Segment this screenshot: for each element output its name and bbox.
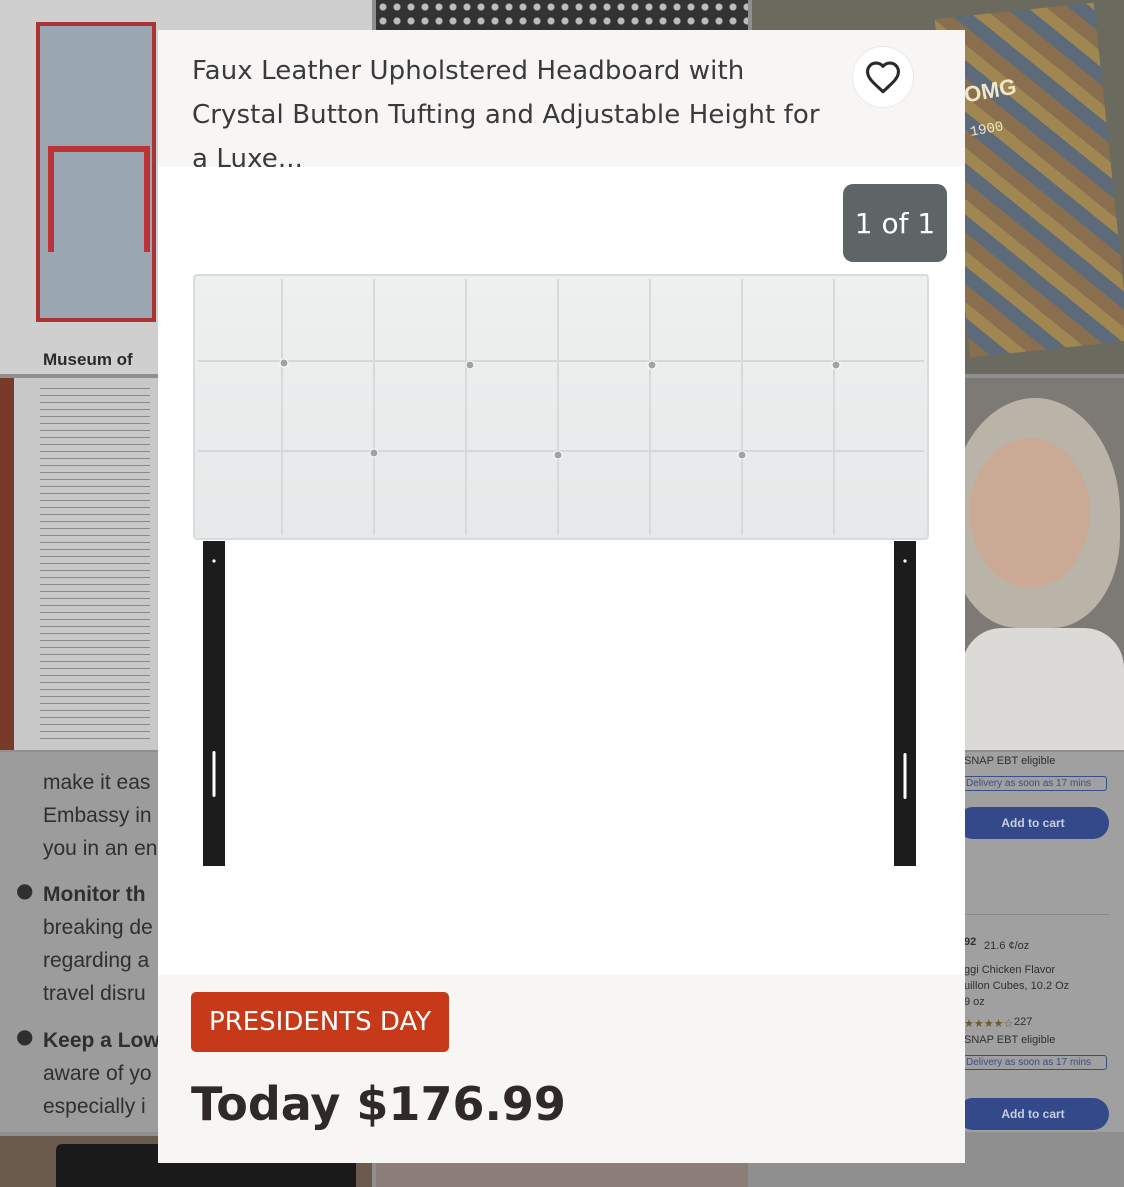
product-title[interactable]: Faux Leather Upholstered Headboard with … (192, 49, 842, 181)
add-to-cart-button-2[interactable]: Add to cart (957, 1098, 1109, 1130)
unit-price: 21.6 ¢/oz (984, 940, 1030, 952)
delivery-pill-1: Delivery as soon as 17 mins (957, 776, 1107, 791)
article-line-9: aware of yo (43, 1062, 152, 1085)
product-image-area[interactable]: 1 of 1 (158, 167, 965, 975)
rating-stars-icon: ★★★★☆ (964, 1017, 1014, 1030)
listing-divider (957, 914, 1109, 915)
snap-label-1: SNAP EBT eligible (964, 755, 1056, 767)
dotted-pattern-tile[interactable] (376, 0, 748, 30)
favorite-button[interactable] (852, 46, 914, 108)
museum-caption: Museum of (43, 350, 133, 369)
snap-label-2: SNAP EBT eligible (964, 1034, 1056, 1046)
article-line-10: especially i (43, 1095, 146, 1118)
article-line-2: Embassy in (43, 804, 152, 827)
museum-building-image (36, 22, 156, 322)
map-legend-list (40, 382, 150, 742)
article-line-1: make it eas (43, 771, 151, 794)
article-line-5: breaking de (43, 916, 153, 939)
headboard-product-image (193, 274, 929, 866)
delivery-pill-2: Delivery as soon as 17 mins (957, 1055, 1107, 1070)
map-edge-strip (0, 378, 14, 750)
portrait-shirt (962, 628, 1124, 750)
bullet-icon: ● (16, 1024, 34, 1048)
item-name-line-3: 9 oz (964, 996, 985, 1008)
price-fragment: 92 (964, 936, 977, 948)
product-modal: Faux Leather Upholstered Headboard with … (158, 30, 965, 1163)
article-line-3: you in an en (43, 837, 158, 860)
heart-outline-icon (866, 61, 900, 94)
article-line-8: Keep a Low (43, 1029, 160, 1052)
portrait-face (970, 438, 1090, 588)
modal-header: Faux Leather Upholstered Headboard with … (158, 30, 965, 174)
promo-badge: PRESIDENTS DAY (191, 992, 450, 1052)
modal-footer: PRESIDENTS DAY Today $176.99 (158, 975, 965, 1163)
item-name-line-1: ggi Chicken Flavor (964, 964, 1056, 976)
article-line-6: regarding a (43, 949, 150, 972)
rating-count: 227 (1014, 1016, 1033, 1028)
image-counter: 1 of 1 (843, 184, 947, 262)
item-name-line-2: uillon Cubes, 10.2 Oz (964, 980, 1070, 992)
add-to-cart-button-1[interactable]: Add to cart (957, 807, 1109, 839)
article-line-7: travel disru (43, 982, 146, 1005)
price-line: Today $176.99 (191, 1077, 566, 1131)
bullet-icon: ● (16, 878, 34, 902)
article-line-4: Monitor th (43, 883, 146, 906)
